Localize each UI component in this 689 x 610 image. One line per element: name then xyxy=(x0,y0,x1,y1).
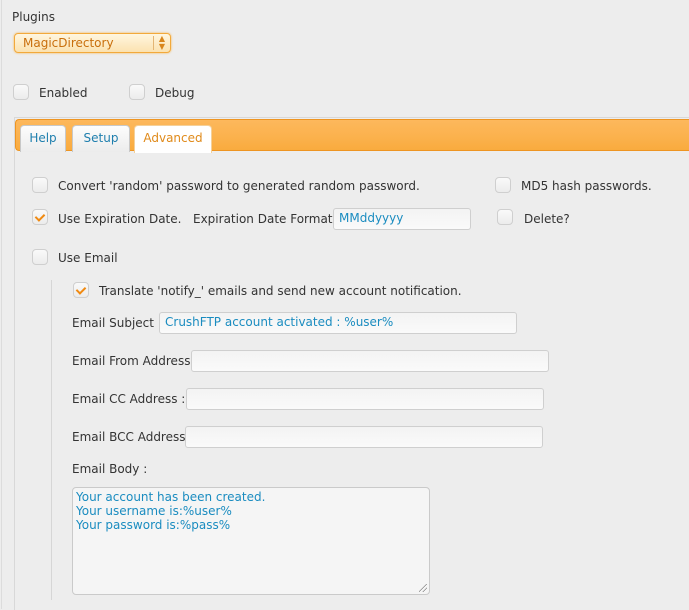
email-bcc-label: Email BCC Address : xyxy=(72,430,194,444)
tab-advanced[interactable]: Advanced xyxy=(134,125,212,153)
use-expiration-checkbox[interactable] xyxy=(32,209,48,225)
convert-random-checkbox[interactable] xyxy=(32,177,48,193)
debug-checkbox[interactable] xyxy=(129,84,145,100)
use-email-label: Use Email xyxy=(58,251,118,265)
tab-help[interactable]: Help xyxy=(20,125,66,152)
plugin-select[interactable]: MagicDirectory ▲ ▼ xyxy=(14,33,171,53)
translate-notify-label: Translate 'notify_' emails and send new … xyxy=(99,284,462,298)
email-body-line: Your username is:%user% xyxy=(76,504,232,518)
delete-checkbox[interactable] xyxy=(497,209,513,225)
delete-label: Delete? xyxy=(524,212,570,226)
email-subject-label: Email Subject : xyxy=(72,316,162,330)
email-body-line: Your account has been created. xyxy=(76,490,266,504)
email-bcc-input[interactable] xyxy=(185,426,543,448)
debug-label: Debug xyxy=(155,86,195,100)
md5-hash-checkbox[interactable] xyxy=(495,177,511,193)
resize-grip-icon[interactable] xyxy=(419,584,427,592)
email-body-textarea[interactable]: Your account has been created. Your user… xyxy=(72,487,430,595)
md5-hash-label: MD5 hash passwords. xyxy=(521,179,652,193)
email-cc-input[interactable] xyxy=(186,388,544,410)
enabled-label: Enabled xyxy=(39,86,88,100)
select-separator xyxy=(153,36,154,50)
enabled-checkbox[interactable] xyxy=(13,84,29,100)
email-section-divider xyxy=(51,280,52,600)
use-email-checkbox[interactable] xyxy=(32,249,48,265)
email-body-line: Your password is:%pass% xyxy=(76,518,231,532)
email-cc-label: Email CC Address : xyxy=(72,392,186,406)
expiration-format-label: Expiration Date Format : xyxy=(193,212,341,226)
email-from-label: Email From Address : xyxy=(72,354,199,368)
expiration-format-input[interactable]: MMddyyyy xyxy=(333,208,471,230)
page-border xyxy=(1,0,2,609)
use-expiration-label: Use Expiration Date. xyxy=(58,212,182,226)
convert-random-label: Convert 'random' password to generated r… xyxy=(58,179,420,193)
email-from-input[interactable] xyxy=(191,350,549,372)
plugins-label: Plugins xyxy=(12,10,55,24)
select-arrows-icon: ▲ ▼ xyxy=(158,34,166,51)
email-subject-input[interactable]: CrushFTP account activated : %user% xyxy=(159,312,517,334)
tab-bar: Help Setup Advanced xyxy=(15,119,689,153)
email-body-label: Email Body : xyxy=(72,462,148,476)
plugin-select-value: MagicDirectory xyxy=(23,36,114,50)
translate-notify-checkbox[interactable] xyxy=(73,282,89,298)
tab-setup[interactable]: Setup xyxy=(72,125,130,152)
